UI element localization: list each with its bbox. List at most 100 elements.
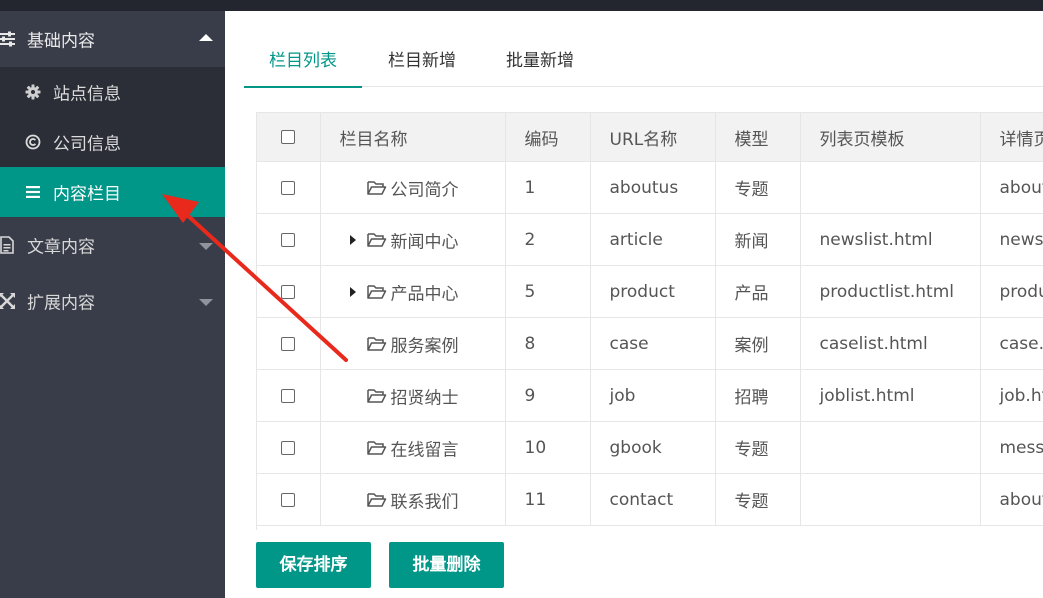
row-checkbox[interactable] [281,440,296,455]
sidebar-item-label: 内容栏目 [53,184,121,205]
caret-down-icon [199,243,213,250]
nav-group-extended-content[interactable]: 扩展内容 [0,273,225,329]
table-row: 招贤纳士 9job招聘joblist.htmljob.ht [257,369,1043,422]
code-cell: 2 [505,213,591,266]
expand-arrows-icon [0,292,16,310]
folder-open-icon [366,388,387,404]
column-table-container: 栏目名称 编码 URL名称 模型 列表页模板 详情页 公司简介1aboutus专… [256,112,1043,530]
code-cell: 11 [505,473,591,526]
nav-group-label: 基础内容 [27,31,95,52]
column-name: 在线留言 [390,440,459,460]
sidebar-item-content-columns[interactable]: 内容栏目 [0,167,225,217]
row-checkbox[interactable] [281,180,296,195]
column-name: 服务案例 [390,336,459,356]
column-name: 产品中心 [390,284,459,304]
save-sort-button[interactable]: 保存排序 [256,542,371,588]
tab-bar: 栏目列表 栏目新增 批量新增 [244,36,1043,88]
url-name-cell: contact [590,473,716,526]
sidebar-item-site-info[interactable]: 站点信息 [0,67,225,117]
folder-open-icon [366,284,387,300]
expand-triangle-icon[interactable] [349,234,356,245]
row-select-cell [257,421,321,474]
url-name-cell: job [590,369,716,422]
code-cell: 8 [505,317,591,370]
list-template-cell [800,421,981,474]
list-template-cell [800,473,981,526]
nav-group-article-content[interactable]: 文章内容 [0,217,225,273]
copyright-icon [25,134,41,150]
model-cell: 新闻 [715,213,801,266]
row-select-cell [257,473,321,526]
row-select-cell [257,369,321,422]
model-cell: 专题 [715,161,801,214]
select-all-checkbox[interactable] [281,130,296,144]
code-cell: 5 [505,265,591,318]
column-name-cell: 在线留言 [320,421,506,474]
model-cell: 招聘 [715,369,801,422]
document-icon [0,236,16,254]
row-select-cell [257,161,321,214]
table-row: 服务案例 8case案例caselist.htmlcase.l [257,317,1043,370]
detail-template-cell: about [980,161,1043,214]
row-checkbox[interactable] [281,232,296,247]
list-template-cell: productlist.html [800,265,981,318]
header-column-name: 栏目名称 [320,113,506,162]
header-detail-template: 详情页 [980,113,1043,162]
column-name-cell: 联系我们 [320,473,506,526]
sidebar: 基础内容 站点信息 公司信息 内容栏目 文章内容 扩展内容 [0,11,225,598]
detail-template-cell: messa [980,421,1043,474]
row-checkbox[interactable] [281,388,296,403]
model-cell: 案例 [715,317,801,370]
table-row: 公司简介 1aboutus专题 about [257,161,1043,214]
row-checkbox[interactable] [281,492,296,507]
folder-open-icon [366,232,387,248]
table-row: 新闻中心 2article新闻newslist.htmlnews. [257,213,1043,266]
model-cell: 专题 [715,473,801,526]
table-row: 联系我们 11contact专题 about [257,473,1043,526]
select-all-cell [257,113,321,162]
tab-batch-add[interactable]: 批量新增 [494,36,586,86]
model-cell: 专题 [715,421,801,474]
expand-triangle-icon[interactable] [349,286,356,297]
code-cell: 9 [505,369,591,422]
caret-up-icon [199,34,213,41]
tab-column-list[interactable]: 栏目列表 [244,36,362,88]
sliders-icon [0,30,16,48]
folder-open-icon [366,180,387,196]
header-url-name: URL名称 [590,113,716,162]
column-table: 栏目名称 编码 URL名称 模型 列表页模板 详情页 公司简介1aboutus专… [257,113,1043,526]
detail-template-cell: news. [980,213,1043,266]
row-select-cell [257,213,321,266]
code-cell: 1 [505,161,591,214]
column-name-cell: 产品中心 [320,265,506,318]
url-name-cell: gbook [590,421,716,474]
sidebar-item-label: 站点信息 [53,84,121,105]
column-name-cell: 招贤纳士 [320,369,506,422]
model-cell: 产品 [715,265,801,318]
folder-open-icon [366,440,387,456]
nav-group-label: 文章内容 [27,237,95,258]
batch-delete-button[interactable]: 批量删除 [389,542,504,588]
code-cell: 10 [505,421,591,474]
table-row: 在线留言 10gbook专题 messa [257,421,1043,474]
folder-open-icon [366,492,387,508]
url-name-cell: product [590,265,716,318]
caret-down-icon [199,299,213,306]
gear-icon [25,84,41,100]
detail-template-cell: case.l [980,317,1043,370]
row-checkbox[interactable] [281,284,296,299]
url-name-cell: case [590,317,716,370]
subnav-basic-content: 站点信息 公司信息 内容栏目 [0,67,225,217]
nav-group-basic-content[interactable]: 基础内容 [0,11,225,67]
list-template-cell [800,161,981,214]
row-select-cell [257,265,321,318]
list-icon [25,184,41,200]
header-list-template: 列表页模板 [800,113,981,162]
url-name-cell: article [590,213,716,266]
detail-template-cell: about [980,473,1043,526]
sidebar-item-company-info[interactable]: 公司信息 [0,117,225,167]
detail-template-cell: produ [980,265,1043,318]
row-checkbox[interactable] [281,336,296,351]
detail-template-cell: job.ht [980,369,1043,422]
tab-add-column[interactable]: 栏目新增 [376,36,468,86]
